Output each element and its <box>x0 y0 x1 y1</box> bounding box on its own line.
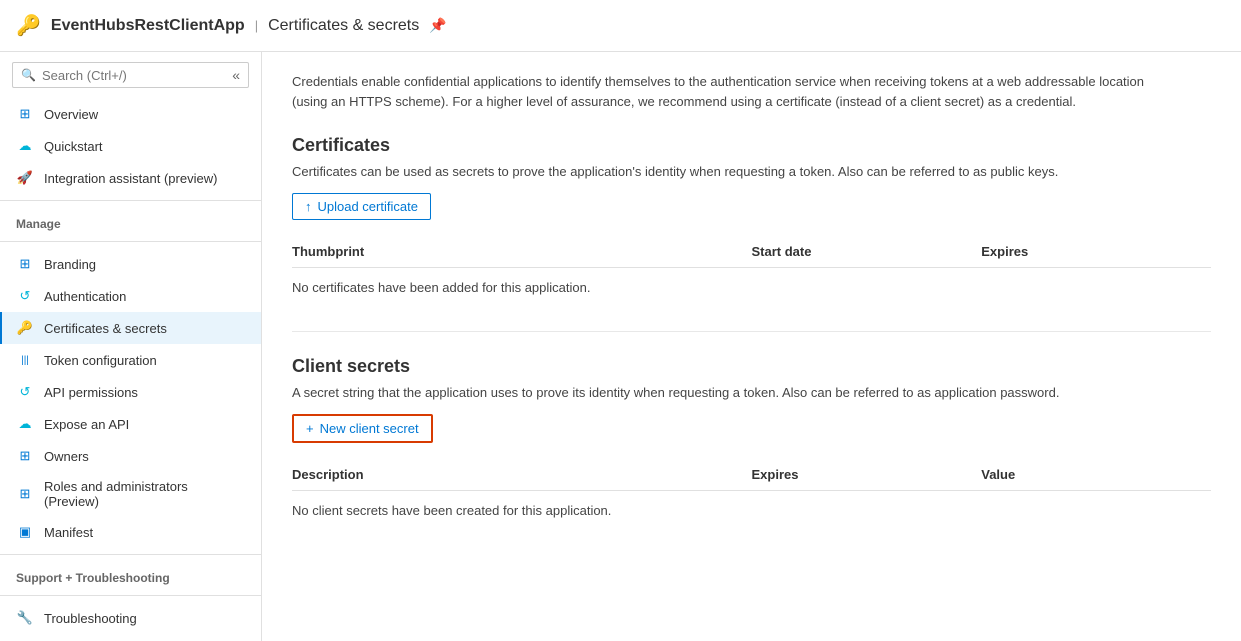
sidebar-item-api-permissions-label: API permissions <box>44 385 138 400</box>
sidebar-item-token[interactable]: ||| Token configuration <box>0 344 261 376</box>
section-divider <box>292 331 1211 332</box>
new-client-secret-label: New client secret <box>320 421 419 436</box>
quickstart-icon: ☁ <box>16 137 34 155</box>
support-divider-2 <box>0 595 261 596</box>
client-secrets-description: A secret string that the application use… <box>292 385 1152 400</box>
sidebar-item-roles[interactable]: ⊞ Roles and administrators (Preview) <box>0 472 261 516</box>
certificates-empty-message: No certificates have been added for this… <box>292 268 1211 307</box>
authentication-icon: ↺ <box>16 287 34 305</box>
certificates-section-title: Certificates <box>292 135 1211 156</box>
sidebar-item-certificates[interactable]: 🔑 Certificates & secrets <box>0 312 261 344</box>
roles-icon: ⊞ <box>16 485 34 503</box>
top-bar: 🔑 EventHubsRestClientApp | Certificates … <box>0 0 1241 52</box>
search-input[interactable] <box>42 68 182 83</box>
sidebar-item-owners-label: Owners <box>44 449 89 464</box>
sidebar: 🔍 « ⊞ Overview ☁ Quickstart 🚀 Integratio… <box>0 52 262 641</box>
main-content: Credentials enable confidential applicat… <box>262 52 1241 641</box>
sidebar-item-owners[interactable]: ⊞ Owners <box>0 440 261 472</box>
search-box: 🔍 « <box>12 62 249 88</box>
support-section-label: Support + Troubleshooting <box>0 561 261 589</box>
sidebar-item-authentication[interactable]: ↺ Authentication <box>0 280 261 312</box>
cert-col-startdate: Start date <box>752 244 982 259</box>
sidebar-item-quickstart[interactable]: ☁ Quickstart <box>0 130 261 162</box>
manage-divider-2 <box>0 241 261 242</box>
manage-section-label: Manage <box>0 207 261 235</box>
sidebar-item-branding[interactable]: ⊞ Branding <box>0 248 261 280</box>
support-divider <box>0 554 261 555</box>
integration-icon: 🚀 <box>16 169 34 187</box>
certificates-description: Certificates can be used as secrets to p… <box>292 164 1152 179</box>
search-icon: 🔍 <box>21 68 36 82</box>
secret-col-value: Value <box>981 467 1211 482</box>
cert-col-expires: Expires <box>981 244 1211 259</box>
owners-icon: ⊞ <box>16 447 34 465</box>
secrets-table-header: Description Expires Value <box>292 459 1211 491</box>
sidebar-item-support[interactable]: 🔧 New support request <box>0 634 261 641</box>
sidebar-item-branding-label: Branding <box>44 257 96 272</box>
cert-col-thumbprint: Thumbprint <box>292 244 752 259</box>
sidebar-item-manifest-label: Manifest <box>44 525 93 540</box>
plus-icon: + <box>306 421 314 436</box>
intro-description: Credentials enable confidential applicat… <box>292 72 1152 111</box>
sidebar-item-token-label: Token configuration <box>44 353 157 368</box>
secret-col-expires: Expires <box>752 467 982 482</box>
upload-icon: ↑ <box>305 199 312 214</box>
token-icon: ||| <box>16 351 34 369</box>
sidebar-item-authentication-label: Authentication <box>44 289 126 304</box>
secret-col-description: Description <box>292 467 752 482</box>
manifest-icon: ▣ <box>16 523 34 541</box>
sidebar-item-roles-label: Roles and administrators (Preview) <box>44 479 245 509</box>
api-permissions-icon: ↺ <box>16 383 34 401</box>
manage-divider <box>0 200 261 201</box>
sidebar-item-overview[interactable]: ⊞ Overview <box>0 98 261 130</box>
collapse-button[interactable]: « <box>232 67 240 83</box>
page-title: Certificates & secrets <box>268 17 419 35</box>
certificates-table-header: Thumbprint Start date Expires <box>292 236 1211 268</box>
sidebar-item-troubleshooting-label: Troubleshooting <box>44 611 137 626</box>
overview-icon: ⊞ <box>16 105 34 123</box>
sidebar-item-troubleshooting[interactable]: 🔧 Troubleshooting <box>0 602 261 634</box>
upload-certificate-button[interactable]: ↑ Upload certificate <box>292 193 431 220</box>
sidebar-item-overview-label: Overview <box>44 107 98 122</box>
branding-icon: ⊞ <box>16 255 34 273</box>
app-icon: 🔑 <box>16 13 41 38</box>
sidebar-item-expose-api-label: Expose an API <box>44 417 129 432</box>
upload-certificate-label: Upload certificate <box>318 199 418 214</box>
sidebar-item-certificates-label: Certificates & secrets <box>44 321 167 336</box>
new-client-secret-button[interactable]: + New client secret <box>292 414 433 443</box>
expose-api-icon: ☁ <box>16 415 34 433</box>
sidebar-item-integration[interactable]: 🚀 Integration assistant (preview) <box>0 162 261 194</box>
breadcrumb-separator: | <box>255 18 258 33</box>
content-area: 🔍 « ⊞ Overview ☁ Quickstart 🚀 Integratio… <box>0 52 1241 641</box>
sidebar-item-integration-label: Integration assistant (preview) <box>44 171 217 186</box>
sidebar-item-api-permissions[interactable]: ↺ API permissions <box>0 376 261 408</box>
pin-icon[interactable]: 📌 <box>429 17 446 34</box>
app-title: EventHubsRestClientApp <box>51 17 245 35</box>
sidebar-item-expose-api[interactable]: ☁ Expose an API <box>0 408 261 440</box>
client-secrets-section-title: Client secrets <box>292 356 1211 377</box>
certificates-icon: 🔑 <box>16 319 34 337</box>
sidebar-item-manifest[interactable]: ▣ Manifest <box>0 516 261 548</box>
troubleshooting-icon: 🔧 <box>16 609 34 627</box>
sidebar-item-quickstart-label: Quickstart <box>44 139 103 154</box>
secrets-empty-message: No client secrets have been created for … <box>292 491 1211 530</box>
